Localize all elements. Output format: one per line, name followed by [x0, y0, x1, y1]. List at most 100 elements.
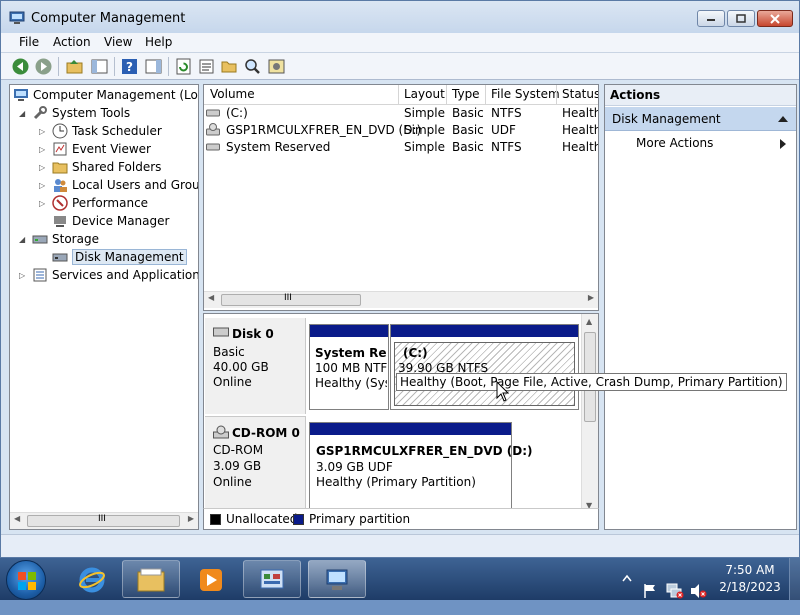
volume-list-horizontal-scrollbar[interactable]: ◀ III ▶ — [204, 291, 598, 308]
column-file-system[interactable]: File System — [491, 87, 560, 101]
tree-item-performance[interactable]: Performance — [52, 194, 148, 212]
event-viewer-icon — [53, 142, 67, 156]
help-icon[interactable]: ? — [120, 57, 139, 76]
collapse-arrow-icon[interactable]: ◢ — [19, 109, 25, 118]
column-type[interactable]: Type — [452, 87, 480, 101]
volume-name: System Reserved — [226, 140, 331, 154]
tree-label: Services and Applications — [52, 268, 199, 282]
collapse-arrow-icon[interactable]: ◢ — [19, 235, 25, 244]
menu-action[interactable]: Action — [53, 35, 91, 49]
show-hidden-icons-arrow[interactable] — [622, 573, 632, 615]
volume-fs: UDF — [491, 123, 516, 137]
volume-type: Basic — [452, 106, 484, 120]
control-panel-icon — [260, 569, 284, 589]
partition-system-reserved[interactable]: System Rese 100 MB NTFS Healthy (Sys — [309, 324, 389, 410]
menu-view[interactable]: View — [104, 35, 132, 49]
scrollbar-thumb[interactable]: III — [27, 514, 180, 527]
minimize-button[interactable] — [697, 10, 725, 27]
partition-legend: Unallocated Primary partition — [203, 508, 599, 530]
column-status[interactable]: Status — [562, 87, 598, 101]
volume-status: Health — [562, 140, 599, 154]
tree-label: Disk Management — [72, 249, 187, 265]
internet-explorer-icon — [79, 567, 105, 593]
partition-size: 3.09 GB UDF — [316, 460, 393, 474]
up-folder-icon[interactable] — [65, 57, 84, 76]
show-desktop-button[interactable] — [789, 558, 800, 600]
console-tree: Computer Management (Local ◢ System Tool… — [9, 84, 199, 530]
tree-item-system-tools[interactable]: System Tools — [32, 104, 130, 122]
expand-arrow-icon[interactable]: ▷ — [19, 271, 25, 280]
maximize-button[interactable] — [727, 10, 755, 27]
toolbar: ? — [1, 53, 799, 80]
refresh-icon[interactable] — [174, 57, 193, 76]
more-actions-item[interactable]: More Actions — [605, 133, 796, 153]
graphical-view-vertical-scrollbar[interactable]: ▲ ▼ — [581, 314, 598, 513]
disk-state: Online — [213, 375, 252, 389]
services-icon — [33, 268, 47, 282]
disk-0-label[interactable]: Disk 0 Basic 40.00 GB Online — [205, 318, 306, 414]
tree-item-computer-management[interactable]: Computer Management (Local — [13, 86, 199, 104]
svg-text:?: ? — [126, 60, 133, 74]
tree-item-services-applications[interactable]: Services and Applications — [32, 266, 199, 284]
storage-icon — [32, 235, 48, 244]
volume-name: GSP1RMCULXFRER_EN_DVD (D:) — [226, 123, 422, 137]
volume-muted-icon[interactable] — [690, 570, 708, 612]
properties-icon[interactable] — [197, 57, 216, 76]
close-button[interactable] — [757, 10, 793, 27]
expand-arrow-icon[interactable]: ▷ — [39, 163, 45, 172]
system-clock[interactable]: 7:50 AM 2/18/2023 — [715, 562, 785, 596]
settings-icon[interactable] — [267, 57, 286, 76]
network-disconnected-icon[interactable] — [666, 570, 684, 612]
dvd-drive-icon — [206, 123, 220, 136]
scrollbar-thumb[interactable]: III — [221, 293, 361, 306]
partition-dvd-drive[interactable]: GSP1RMCULXFRER_EN_DVD (D:) 3.09 GB UDF H… — [309, 422, 533, 510]
tree-item-shared-folders[interactable]: Shared Folders — [52, 158, 161, 176]
windows-logo-icon — [18, 572, 36, 590]
show-hide-action-pane-icon[interactable] — [144, 57, 163, 76]
menu-help[interactable]: Help — [145, 35, 172, 49]
minimize-icon — [707, 18, 715, 21]
search-icon[interactable] — [243, 57, 262, 76]
actions-section-disk-management[interactable]: Disk Management — [605, 107, 796, 131]
tree-label: Task Scheduler — [72, 124, 162, 138]
column-layout[interactable]: Layout — [404, 87, 445, 101]
start-button[interactable] — [6, 560, 46, 600]
action-center-flag-icon[interactable] — [642, 570, 658, 612]
back-icon[interactable] — [11, 57, 30, 76]
taskbar-control-panel[interactable] — [243, 560, 301, 598]
taskbar-computer-management[interactable] — [308, 560, 366, 598]
actions-section-label: Disk Management — [612, 112, 721, 126]
forward-icon[interactable] — [34, 57, 53, 76]
close-icon — [770, 13, 780, 24]
partition-name: GSP1RMCULXFRER_EN_DVD (D:) — [316, 444, 533, 458]
volume-row[interactable]: System Reserved Simple Basic NTFS Health — [204, 139, 598, 156]
cdrom-0-label[interactable]: CD-ROM 0 CD-ROM 3.09 GB Online — [205, 416, 306, 516]
title-bar[interactable]: Computer Management — [1, 1, 799, 33]
expand-arrow-icon[interactable]: ▷ — [39, 145, 45, 154]
volume-row[interactable]: GSP1RMCULXFRER_EN_DVD (D:) Simple Basic … — [204, 122, 598, 139]
taskbar-internet-explorer[interactable] — [62, 560, 120, 598]
expand-arrow-icon[interactable]: ▷ — [39, 181, 45, 190]
tree-item-disk-management[interactable]: Disk Management — [52, 248, 187, 266]
tree-label: Storage — [52, 232, 99, 246]
column-volume[interactable]: Volume — [210, 87, 255, 101]
tree-label: Computer Management (Local — [33, 88, 199, 102]
menu-file[interactable]: File — [19, 35, 39, 49]
tree-item-storage[interactable]: Storage — [32, 230, 99, 248]
expand-arrow-icon[interactable]: ▷ — [39, 127, 45, 136]
clock-time: 7:50 AM — [725, 563, 775, 577]
tree-item-device-manager[interactable]: Device Manager — [52, 212, 169, 230]
show-hide-tree-icon[interactable] — [90, 57, 109, 76]
tree-horizontal-scrollbar[interactable]: ◀ III ▶ — [10, 512, 198, 529]
tree-item-event-viewer[interactable]: Event Viewer — [52, 140, 151, 158]
tree-item-task-scheduler[interactable]: Task Scheduler — [52, 122, 162, 140]
expand-arrow-icon[interactable]: ▷ — [39, 199, 45, 208]
computer-management-icon — [14, 89, 28, 101]
partition-c-drive[interactable]: (C:) 39.90 GB NTFS — [390, 324, 579, 410]
taskbar-media-player[interactable] — [182, 560, 240, 598]
taskbar-windows-explorer[interactable] — [122, 560, 180, 598]
tree-item-local-users[interactable]: Local Users and Groups — [52, 176, 198, 194]
tree-label: Performance — [72, 196, 149, 210]
open-folder-icon[interactable] — [220, 57, 239, 76]
volume-row[interactable]: (C:) Simple Basic NTFS Health — [204, 105, 598, 122]
